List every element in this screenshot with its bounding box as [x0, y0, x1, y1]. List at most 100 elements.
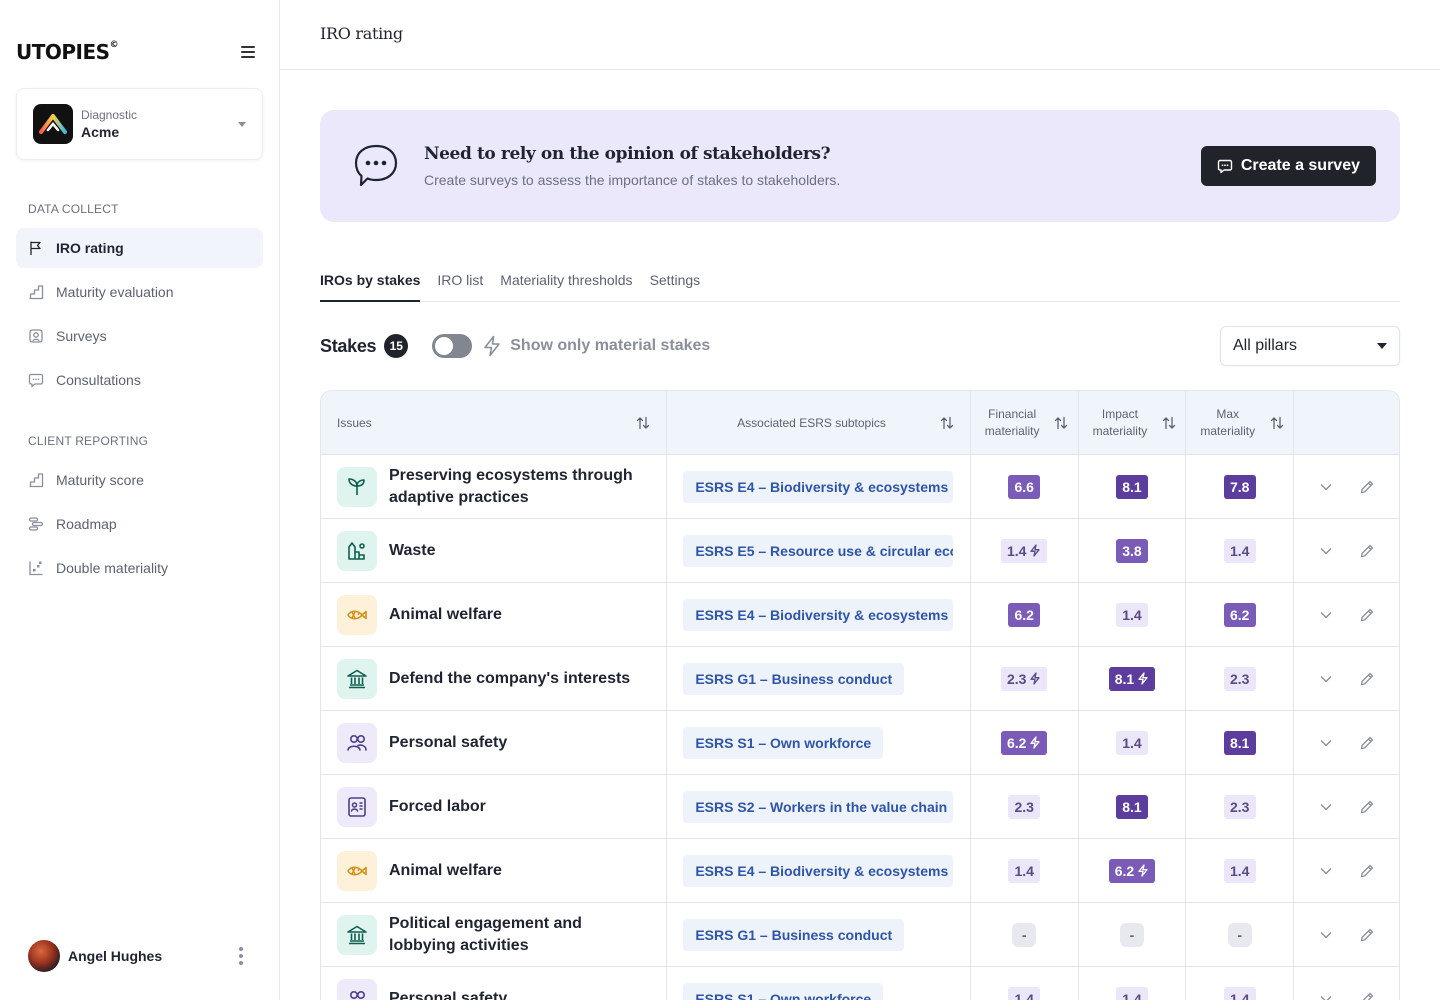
- esrs-cell: ESRS E4 – Biodiversity & ecosystems: [667, 455, 971, 518]
- pillar-select[interactable]: All pillars: [1220, 326, 1400, 366]
- table-row[interactable]: Animal welfare ESRS E4 – Biodiversity & e…: [321, 839, 1399, 903]
- edit-pencil-icon[interactable]: [1359, 671, 1375, 687]
- score-value: 1.4: [1122, 990, 1142, 1000]
- chevron-down-icon[interactable]: [1318, 799, 1334, 815]
- material-stakes-toggle[interactable]: [432, 334, 473, 358]
- header-impact[interactable]: Impact materiality: [1079, 391, 1187, 454]
- esrs-cell: ESRS G1 – Business conduct: [667, 903, 971, 966]
- sidebar-item-iro-rating[interactable]: IRO rating: [16, 228, 263, 268]
- header-issues-label: Issues: [337, 415, 372, 430]
- header-issues[interactable]: Issues: [321, 391, 668, 454]
- sort-icon[interactable]: [940, 416, 954, 430]
- issue-name[interactable]: Personal safety: [389, 988, 507, 1000]
- edit-pencil-icon[interactable]: [1359, 991, 1375, 1000]
- esrs-subtopic-tag[interactable]: ESRS E4 – Biodiversity & ecosystems: [683, 470, 954, 503]
- max-score-badge: 2.3: [1223, 666, 1256, 691]
- score-value: 6.2: [1230, 606, 1250, 623]
- edit-pencil-icon[interactable]: [1359, 543, 1375, 559]
- roadmap-icon: [28, 517, 44, 531]
- edit-pencil-icon[interactable]: [1359, 607, 1375, 623]
- sidebar-item-double-materiality[interactable]: Double materiality: [16, 548, 263, 588]
- esrs-subtopic-tag[interactable]: ESRS E4 – Biodiversity & ecosystems: [683, 598, 954, 631]
- tab-settings[interactable]: Settings: [650, 270, 701, 302]
- esrs-subtopic-tag[interactable]: ESRS S1 – Own workforce: [683, 982, 884, 1000]
- sort-icon[interactable]: [636, 416, 650, 430]
- table-row[interactable]: Animal welfare ESRS E4 – Biodiversity & e…: [321, 583, 1399, 647]
- table-row[interactable]: Personal safety ESRS S1 – Own workforce 1.…: [321, 967, 1399, 1000]
- score-value: 1.4: [1230, 542, 1250, 559]
- create-survey-button[interactable]: Create a survey: [1200, 146, 1376, 186]
- score-value: 8.1: [1230, 734, 1250, 751]
- header-max[interactable]: Max materiality: [1186, 391, 1295, 454]
- header-esrs[interactable]: Associated ESRS subtopics: [667, 391, 971, 454]
- score-value: 1.4: [1006, 542, 1027, 559]
- chevron-down-icon[interactable]: [1318, 863, 1334, 879]
- issue-name[interactable]: Animal welfare: [389, 604, 502, 626]
- esrs-cell: ESRS E4 – Biodiversity & ecosystems: [667, 839, 971, 902]
- table-row[interactable]: Preserving ecosystems through adaptive p…: [321, 455, 1399, 519]
- edit-pencil-icon[interactable]: [1359, 927, 1375, 943]
- issue-name[interactable]: Waste: [389, 540, 436, 562]
- chevron-down-icon: [1377, 343, 1387, 349]
- tab-materiality-thresholds[interactable]: Materiality thresholds: [500, 270, 632, 302]
- score-value: 6.2: [1006, 734, 1027, 751]
- issue-name[interactable]: Defend the company's interests: [389, 668, 630, 690]
- table-row[interactable]: Personal safety ESRS S1 – Own workforce 6.…: [321, 711, 1399, 775]
- sort-icon[interactable]: [1162, 416, 1176, 430]
- chevron-down-icon[interactable]: [1318, 991, 1334, 1000]
- chevron-down-icon[interactable]: [1318, 735, 1334, 751]
- lightning-icon: [484, 335, 501, 357]
- score-value: 1.4: [1230, 990, 1250, 1000]
- esrs-subtopic-tag[interactable]: ESRS G1 – Business conduct: [683, 918, 905, 951]
- esrs-subtopic-tag[interactable]: ESRS S2 – Workers in the value chain: [683, 790, 954, 823]
- sidebar-item-roadmap[interactable]: Roadmap: [16, 504, 263, 544]
- table-row[interactable]: Defend the company's interests ESRS G1 – …: [321, 647, 1399, 711]
- chevron-down-icon[interactable]: [1318, 543, 1334, 559]
- esrs-subtopic-tag[interactable]: ESRS E4 – Biodiversity & ecosystems: [683, 854, 954, 887]
- max-score-badge: -: [1227, 922, 1252, 947]
- issue-name[interactable]: Political engagement and lobbying activi…: [389, 913, 650, 957]
- sidebar-item-surveys[interactable]: Surveys: [16, 316, 263, 356]
- flag-icon: [30, 241, 41, 256]
- header-financial[interactable]: Financial materiality: [971, 391, 1079, 454]
- org-name: Acme: [81, 124, 120, 140]
- edit-pencil-icon[interactable]: [1359, 735, 1375, 751]
- more-options-icon[interactable]: [239, 947, 243, 965]
- issue-name[interactable]: Forced labor: [389, 796, 486, 818]
- esrs-subtopic-tag[interactable]: ESRS E5 – Resource use & circular econom…: [683, 534, 954, 567]
- edit-pencil-icon[interactable]: [1359, 799, 1375, 815]
- utopies-logo[interactable]: UTOPIES©: [16, 40, 119, 64]
- chevron-down-icon[interactable]: [1318, 607, 1334, 623]
- sort-icon[interactable]: [1054, 416, 1068, 430]
- sort-icon[interactable]: [1270, 416, 1284, 430]
- edit-pencil-icon[interactable]: [1359, 479, 1375, 495]
- lightning-icon: [1138, 672, 1148, 685]
- sidebar-item-consultations[interactable]: Consultations: [16, 360, 263, 400]
- org-selector[interactable]: Diagnostic Acme: [16, 88, 263, 160]
- issue-name[interactable]: Animal welfare: [389, 860, 502, 882]
- sidebar-item-maturity-score[interactable]: Maturity score: [16, 460, 263, 500]
- issue-name[interactable]: Personal safety: [389, 732, 507, 754]
- impact-cell: 1.4: [1079, 583, 1187, 646]
- score-value: 6.6: [1014, 478, 1034, 495]
- tab-iros-by-stakes[interactable]: IROs by stakes: [320, 270, 421, 302]
- edit-pencil-icon[interactable]: [1359, 863, 1375, 879]
- impact-score-badge: -: [1119, 922, 1144, 947]
- table-row[interactable]: Forced labor ESRS S2 – Workers in the val…: [321, 775, 1399, 839]
- issue-cell: Political engagement and lobbying activi…: [321, 903, 668, 966]
- chevron-down-icon[interactable]: [1318, 671, 1334, 687]
- esrs-subtopic-tag[interactable]: ESRS S1 – Own workforce: [683, 726, 884, 759]
- table-row[interactable]: Political engagement and lobbying activi…: [321, 903, 1399, 967]
- chevron-down-icon[interactable]: [1318, 479, 1334, 495]
- esrs-subtopic-tag[interactable]: ESRS G1 – Business conduct: [683, 662, 905, 695]
- table-row[interactable]: Waste ESRS E5 – Resource use & circular e…: [321, 519, 1399, 583]
- impact-cell: 6.2: [1079, 839, 1187, 902]
- issue-name[interactable]: Preserving ecosystems through adaptive p…: [389, 465, 650, 509]
- hamburger-menu-icon[interactable]: [241, 46, 255, 58]
- sidebar-item-maturity-evaluation[interactable]: Maturity evaluation: [16, 272, 263, 312]
- tab-iro-list[interactable]: IRO list: [437, 270, 483, 302]
- avatar[interactable]: [28, 940, 60, 972]
- bank-icon: [337, 914, 377, 955]
- chevron-down-icon[interactable]: [1318, 927, 1334, 943]
- sidebar-item-label: Double materiality: [56, 560, 169, 576]
